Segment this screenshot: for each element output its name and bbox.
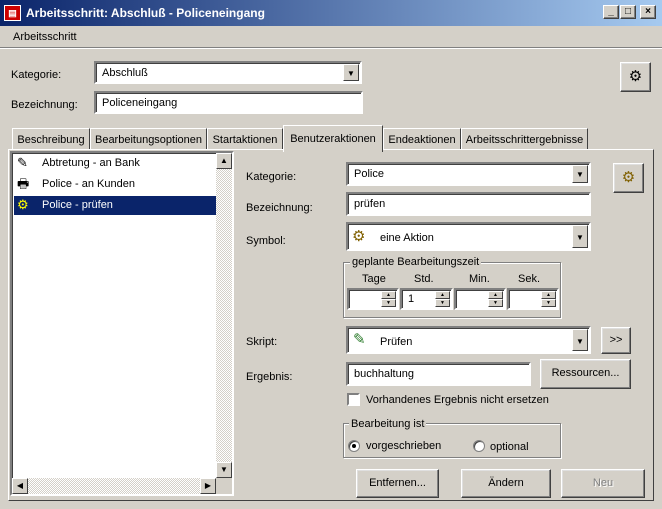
bearbeitung-title: Bearbeitung ist [349,418,427,430]
entfernen-button[interactable]: Entfernen... [356,469,439,498]
tage-stepper[interactable]: ▲ ▼ [347,288,399,310]
close-button[interactable]: × [640,5,656,19]
list-item[interactable]: ✎ Abtretung - an Bank [14,154,218,173]
vorgeschrieben-label: vorgeschrieben [366,440,442,452]
symbol-label: Symbol: [246,235,286,247]
ressourcen-button[interactable]: Ressourcen... [540,359,631,389]
skript-value: Prüfen [380,336,413,348]
ergebnis-label: Ergebnis: [246,371,293,383]
chevron-down-icon[interactable]: ▼ [572,165,588,183]
action-list[interactable]: ✎ Abtretung - an Bank 🖶 Police - an Kund… [10,151,234,496]
kategorie-label: Kategorie: [11,69,62,81]
scroll-right-icon[interactable]: ▶ [200,478,216,494]
spin-up-icon[interactable]: ▲ [541,291,556,299]
detail-kategorie-label: Kategorie: [246,171,297,183]
std-label: Std. [414,273,434,285]
tab-arbeitsschrittergebnisse[interactable]: Arbeitsschrittergebnisse [461,128,588,150]
tab-endeaktionen[interactable]: Endeaktionen [383,128,461,150]
symbol-picker-button[interactable]: ⚙ [613,163,644,193]
gears-icon: ⚙ [621,169,636,186]
skript-more-button[interactable]: >> [601,327,631,354]
gears-icon: ⚙ [628,68,643,85]
scroll-corner [216,478,232,494]
list-item[interactable]: 🖶 Police - an Kunden [14,175,218,194]
bezeichnung-value: Policeneingang [102,97,178,109]
list-horizontal-scrollbar[interactable]: ◀ ▶ [12,478,216,494]
kategorie-value: Abschluß [102,67,148,79]
maximize-button[interactable]: □ [620,5,636,19]
menu-separator [0,48,662,49]
bezeichnung-label: Bezeichnung: [11,99,78,111]
spin-up-icon[interactable]: ▲ [381,291,396,299]
skript-label: Skript: [246,336,278,348]
gears-icon: ⚙ [17,197,29,212]
chevron-down-icon[interactable]: ▼ [572,225,588,248]
tab-startaktionen[interactable]: Startaktionen [207,128,283,150]
list-item-selected[interactable]: ⚙ Police - prüfen [14,196,218,215]
symbol-value: eine Aktion [380,232,434,244]
planned-time-title: geplante Bearbeitungszeit [350,256,482,268]
detail-bezeichnung-input[interactable]: prüfen [346,192,591,216]
vorgeschrieben-radio[interactable] [348,440,360,452]
gears-icon: ⚙ [352,228,366,245]
scroll-down-icon[interactable]: ▼ [216,462,232,478]
tab-benutzeraktionen[interactable]: Benutzeraktionen [283,125,383,152]
window-title: Arbeitsschritt: Abschluß - Policeneingan… [26,6,265,20]
app-icon[interactable]: ▤ [4,5,21,21]
tab-beschreibung[interactable]: Beschreibung [12,128,90,150]
scroll-left-icon[interactable]: ◀ [12,478,28,494]
std-stepper[interactable]: 1 ▲ ▼ [400,288,453,310]
title-bar[interactable]: ▤ Arbeitsschritt: Abschluß - Policeneing… [0,0,662,26]
bezeichnung-input[interactable]: Policeneingang [94,91,363,114]
minimize-button[interactable]: _ [603,5,619,19]
menu-bar: Arbeitsschritt [0,26,662,48]
kategorie-combo[interactable]: Abschluß ▼ [94,61,362,84]
tab-bearbeitungsoptionen[interactable]: Bearbeitungsoptionen [90,128,207,150]
properties-button[interactable]: ⚙ [620,62,651,92]
skript-combo[interactable]: ✎ Prüfen ▼ [346,326,591,354]
min-stepper[interactable]: ▲ ▼ [454,288,506,310]
detail-bezeichnung-value: prüfen [354,198,386,210]
script-icon: ✎ [353,331,366,348]
tage-label: Tage [362,273,386,285]
optional-label: optional [490,441,529,453]
list-vertical-scrollbar[interactable]: ▲ ▼ [216,153,232,478]
spin-down-icon[interactable]: ▼ [541,299,556,307]
symbol-combo[interactable]: ⚙ eine Aktion ▼ [346,222,591,251]
ergebnis-input[interactable]: buchhaltung [346,362,531,386]
ergebnis-value: buchhaltung [354,368,414,380]
menu-arbeitsschritt[interactable]: Arbeitsschritt [13,31,77,43]
detail-kategorie-value: Police [354,168,384,180]
spin-down-icon[interactable]: ▼ [488,299,503,307]
aendern-button[interactable]: Ändern [461,469,551,498]
scroll-up-icon[interactable]: ▲ [216,153,232,169]
spin-up-icon[interactable]: ▲ [488,291,503,299]
spin-down-icon[interactable]: ▼ [435,299,450,307]
nicht-ersetzen-label: Vorhandenes Ergebnis nicht ersetzen [366,394,549,406]
sek-stepper[interactable]: ▲ ▼ [507,288,559,310]
sek-label: Sek. [518,273,541,285]
detail-bezeichnung-label: Bezeichnung: [246,202,313,214]
spin-up-icon[interactable]: ▲ [435,291,450,299]
chevron-down-icon[interactable]: ▼ [572,329,588,351]
pen-icon: ✎ [17,155,28,170]
detail-kategorie-combo[interactable]: Police ▼ [346,162,591,186]
optional-radio[interactable] [473,440,485,452]
nicht-ersetzen-checkbox[interactable] [347,393,360,406]
printer-icon: 🖶 [17,176,30,191]
neu-button[interactable]: Neu [561,469,645,498]
chevron-down-icon[interactable]: ▼ [343,64,359,81]
min-label: Min. [469,273,490,285]
spin-down-icon[interactable]: ▼ [381,299,396,307]
